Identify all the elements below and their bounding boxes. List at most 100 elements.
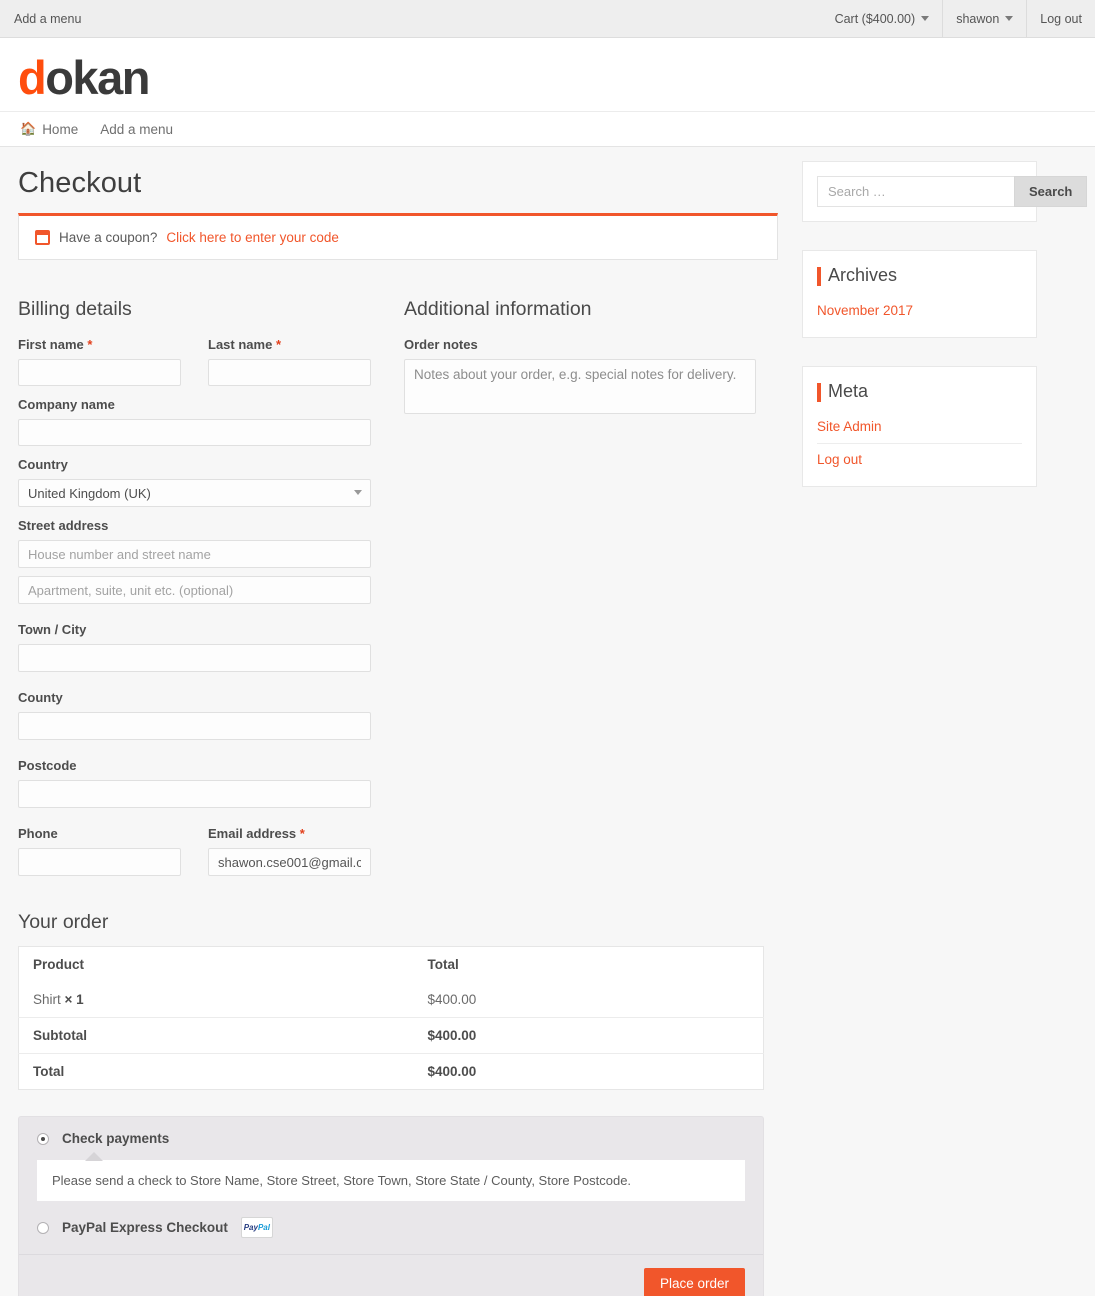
payment-option-check-label: Check payments <box>62 1131 170 1146</box>
field-email: Email address * <box>208 826 371 876</box>
nav-item-home[interactable]: 🏠 Home <box>20 121 78 137</box>
column-header-product: Product <box>33 957 85 972</box>
meta-link-site-admin[interactable]: Site Admin <box>817 416 1022 437</box>
order-item-total: $400.00 <box>413 982 764 1018</box>
order-table-body: Shirt × 1 $400.00 Subtotal $400.00 Total… <box>18 982 764 1090</box>
company-input[interactable] <box>18 419 371 446</box>
payment-description-wrap: Please send a check to Store Name, Store… <box>19 1152 763 1205</box>
payment-option-paypal[interactable]: PayPal Express Checkout Pay Pal <box>19 1205 763 1254</box>
field-town-city: Town / City <box>18 622 371 672</box>
site-logo[interactable]: dokan <box>18 51 150 104</box>
nav-item-home-label: Home <box>42 121 79 137</box>
postcode-input[interactable] <box>18 780 371 808</box>
town-city-input[interactable] <box>18 644 371 672</box>
field-company: Company name <box>18 397 371 446</box>
nav-item-add-menu-label: Add a menu <box>100 121 174 137</box>
county-label: County <box>18 690 63 705</box>
town-city-label: Town / City <box>18 622 87 637</box>
phone-input[interactable] <box>18 848 181 876</box>
nav-item-add-menu[interactable]: Add a menu <box>100 122 173 137</box>
search-form: Search <box>817 176 1088 207</box>
county-input[interactable] <box>18 712 371 740</box>
country-select[interactable]: United Kingdom (UK) <box>18 479 371 507</box>
first-name-input[interactable] <box>18 359 181 386</box>
additional-info-column: Additional information Order notes <box>404 298 778 887</box>
additional-info-heading: Additional information <box>404 298 592 320</box>
field-order-notes: Order notes <box>404 337 778 419</box>
main-content: Checkout Have a coupon? Click here to en… <box>18 147 778 1296</box>
table-row: Total $400.00 <box>19 1054 764 1090</box>
name-row: First name * Last name * <box>18 337 404 397</box>
widget-archives-title: Archives <box>817 265 1022 286</box>
email-label: Email address * <box>208 826 305 841</box>
search-input[interactable] <box>817 176 1014 207</box>
subtotal-value: $400.00 <box>413 1017 764 1054</box>
page-wrapper: Checkout Have a coupon? Click here to en… <box>0 147 1095 1296</box>
chevron-down-icon <box>921 16 930 21</box>
coupon-link[interactable]: Click here to enter your code <box>166 230 339 245</box>
sidebar: Search Archives November 2017 Meta Site … <box>802 147 1088 1296</box>
required-mark: * <box>275 337 281 352</box>
adminbar-logout[interactable]: Log out <box>1026 0 1095 37</box>
field-phone: Phone <box>18 826 181 876</box>
field-country: Country United Kingdom (UK) <box>18 457 371 507</box>
street-address-label: Street address <box>18 518 109 533</box>
field-last-name: Last name * <box>208 337 371 386</box>
coupon-ticket-icon <box>35 230 50 245</box>
list-item: November 2017 <box>817 300 1022 323</box>
street-address-line2-input[interactable] <box>18 576 371 604</box>
payment-methods-panel: Check payments Please send a check to St… <box>18 1116 764 1296</box>
logo-letter-d: d <box>18 51 47 104</box>
place-order-button[interactable]: Place order <box>643 1268 745 1296</box>
phone-email-row: Phone Email address * <box>18 826 404 887</box>
payment-description-box: Please send a check to Store Name, Store… <box>37 1152 745 1201</box>
postcode-label: Postcode <box>18 758 77 773</box>
radio-paypal-express[interactable] <box>37 1221 49 1234</box>
radio-check-payments[interactable] <box>37 1132 49 1145</box>
widget-meta-title: Meta <box>817 381 1022 402</box>
order-review-table: Product Total Shirt × 1 $400.00 Subtotal… <box>18 946 764 1090</box>
meta-link-log-out[interactable]: Log out <box>817 449 1022 470</box>
country-select-wrap: United Kingdom (UK) <box>18 479 371 507</box>
table-row: Shirt × 1 $400.00 <box>18 982 764 1018</box>
adminbar-cart[interactable]: Cart ($400.00) <box>822 0 943 37</box>
coupon-text: Have a coupon? <box>59 230 158 245</box>
adminbar-add-menu[interactable]: Add a menu <box>0 0 95 37</box>
search-button[interactable]: Search <box>1014 176 1088 207</box>
archive-link-november-2017[interactable]: November 2017 <box>817 300 1022 321</box>
list-item: Site Admin <box>817 416 1022 444</box>
adminbar-user[interactable]: shawon <box>942 0 1026 37</box>
street-address-line1-input[interactable] <box>18 540 371 568</box>
order-notes-label: Order notes <box>404 337 478 352</box>
paypal-logo-part1: Pay <box>243 1223 258 1232</box>
widget-archives: Archives November 2017 <box>802 250 1037 338</box>
phone-label: Phone <box>18 826 58 841</box>
widget-search: Search <box>802 161 1088 222</box>
adminbar-user-label: shawon <box>956 11 1000 26</box>
paypal-logo-part2: Pal <box>257 1223 270 1232</box>
adminbar-add-menu-label: Add a menu <box>14 11 82 26</box>
table-row: Subtotal $400.00 <box>18 1017 764 1054</box>
total-value: $400.00 <box>427 1064 477 1079</box>
adminbar-right-group: Cart ($400.00) shawon Log out <box>822 0 1095 37</box>
field-street-address: Street address <box>18 518 371 604</box>
chevron-down-icon <box>1005 16 1014 21</box>
subtotal-label: Subtotal <box>18 1017 414 1054</box>
payment-footer: Place order <box>19 1254 763 1296</box>
coupon-notice: Have a coupon? Click here to enter your … <box>18 213 778 260</box>
last-name-input[interactable] <box>208 359 371 386</box>
field-postcode: Postcode <box>18 758 371 808</box>
payment-option-paypal-label: PayPal Express Checkout <box>62 1220 228 1235</box>
page-title: Checkout <box>18 167 142 199</box>
home-icon: 🏠 <box>20 121 37 136</box>
order-item-name-cell: Shirt × 1 <box>18 982 414 1018</box>
payment-option-check[interactable]: Check payments <box>19 1117 763 1154</box>
tooltip-arrow-icon <box>85 1152 103 1161</box>
required-mark: * <box>299 826 305 841</box>
primary-nav: 🏠 Home Add a menu <box>0 112 1095 147</box>
email-input[interactable] <box>208 848 371 876</box>
widget-meta: Meta Site Admin Log out <box>802 366 1037 487</box>
site-header: dokan <box>0 38 1095 112</box>
billing-column: Billing details First name * Last name *… <box>18 298 404 887</box>
order-notes-textarea[interactable] <box>404 359 756 414</box>
